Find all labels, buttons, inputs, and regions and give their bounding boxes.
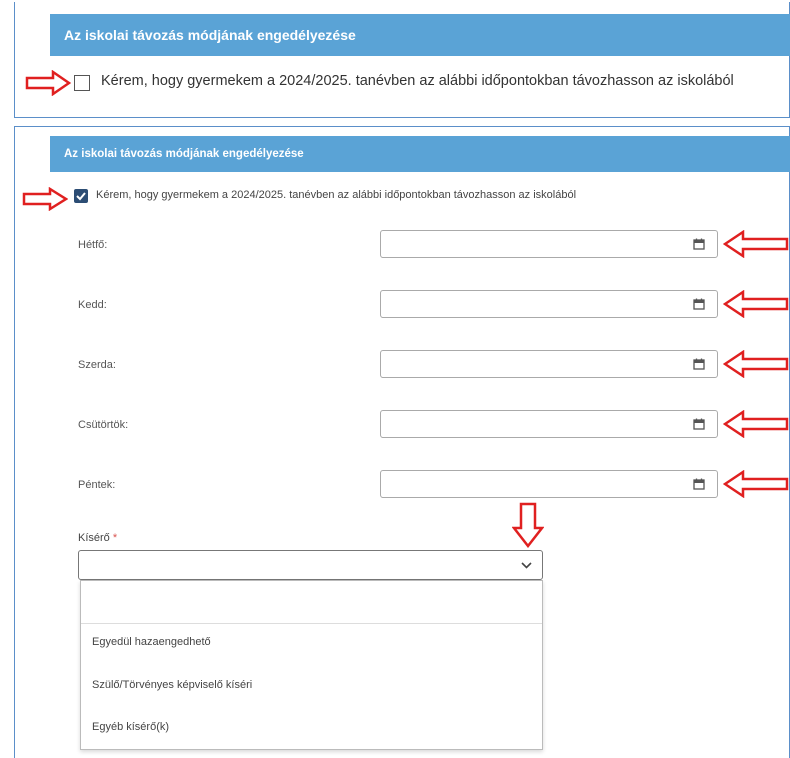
- arrow-left-icon: [723, 410, 789, 438]
- arrow-left-icon: [723, 470, 789, 498]
- thursday-date-input[interactable]: [380, 410, 718, 438]
- kisero-select[interactable]: [78, 550, 543, 580]
- kisero-option-empty[interactable]: [81, 581, 542, 624]
- calendar-icon[interactable]: [693, 238, 705, 250]
- section-header: Az iskolai távozás módjának engedélyezés…: [50, 14, 790, 56]
- friday-label: Péntek:: [78, 479, 116, 491]
- arrow-left-icon: [723, 350, 789, 378]
- leave-permission-checkbox[interactable]: [74, 75, 90, 91]
- monday-date-input[interactable]: [380, 230, 718, 258]
- arrow-down-icon: [512, 502, 544, 548]
- checkbox-label: Kérem, hogy gyermekem a 2024/2025. tanév…: [96, 189, 577, 201]
- tuesday-date-input[interactable]: [380, 290, 718, 318]
- wednesday-label: Szerda:: [78, 359, 116, 371]
- wednesday-date-input[interactable]: [380, 350, 718, 378]
- arrow-right-icon: [22, 187, 68, 211]
- arrow-left-icon: [723, 290, 789, 318]
- leave-permission-checkbox[interactable]: [74, 189, 88, 203]
- panel-unchecked: Az iskolai távozás módjának engedélyezés…: [14, 2, 790, 118]
- kisero-label: Kísérő *: [78, 532, 117, 544]
- friday-date-input[interactable]: [380, 470, 718, 498]
- kisero-label-text: Kísérő: [78, 532, 110, 544]
- calendar-icon[interactable]: [693, 358, 705, 370]
- checkmark-icon: [76, 192, 86, 201]
- required-mark: *: [112, 532, 118, 544]
- chevron-down-icon[interactable]: [521, 562, 532, 569]
- section-header: Az iskolai távozás módjának engedélyezés…: [50, 136, 790, 172]
- kisero-option[interactable]: Egyéb kísérő(k): [92, 721, 169, 733]
- calendar-icon[interactable]: [693, 418, 705, 430]
- panel-checked: Az iskolai távozás módjának engedélyezés…: [14, 126, 790, 758]
- thursday-label: Csütörtök:: [78, 419, 129, 431]
- calendar-icon[interactable]: [693, 298, 705, 310]
- kisero-option[interactable]: Egyedül hazaengedhető: [92, 636, 211, 648]
- arrow-left-icon: [723, 230, 789, 258]
- kisero-dropdown-list: Egyedül hazaengedhető Szülő/Törvényes ké…: [80, 580, 543, 750]
- monday-label: Hétfő:: [78, 239, 108, 251]
- tuesday-label: Kedd:: [78, 299, 107, 311]
- checkbox-label: Kérem, hogy gyermekem a 2024/2025. tanév…: [101, 73, 734, 89]
- arrow-right-icon: [25, 70, 71, 96]
- kisero-option[interactable]: Szülő/Törvényes képviselő kíséri: [92, 679, 252, 691]
- calendar-icon[interactable]: [693, 478, 705, 490]
